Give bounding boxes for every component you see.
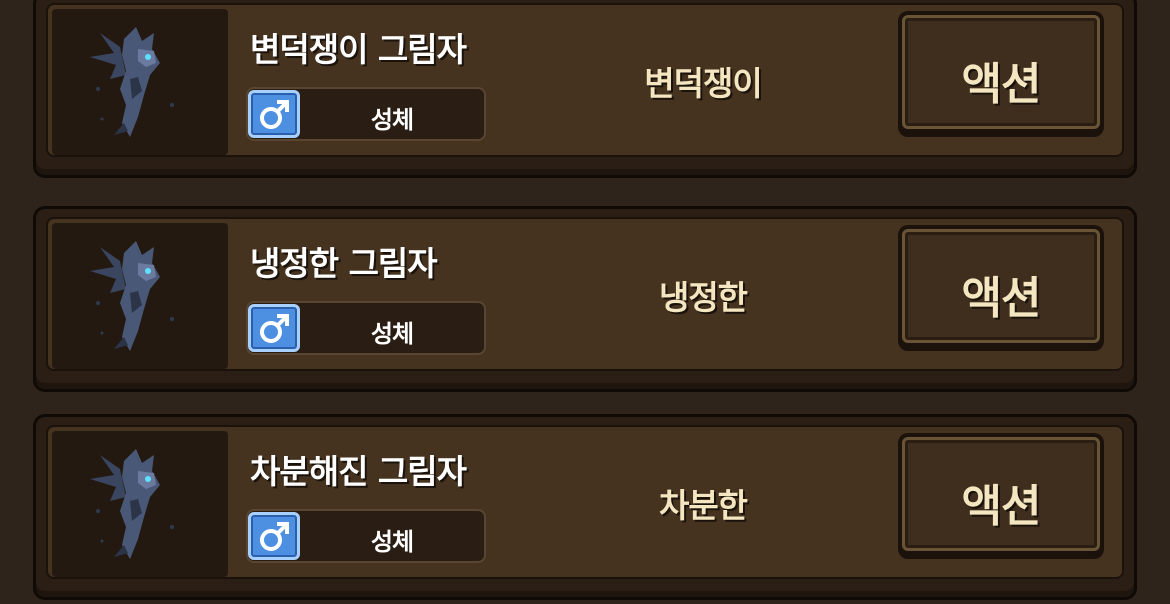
action-button[interactable]: 액션 [898,11,1104,137]
growth-stage-label: 성체 [370,320,414,348]
shadow-card: 변덕쟁이 그림자 성체 변덕쟁이 액션 [33,0,1137,178]
shadow-card-panel: 변덕쟁이 그림자 성체 변덕쟁이 액션 [46,3,1124,157]
shadow-card-panel: 차분해진 그림자 성체 차분한 액션 [46,425,1124,579]
action-button[interactable]: 액션 [898,433,1104,559]
shadow-name: 변덕쟁이 그림자 [250,30,467,69]
growth-stage-label: 성체 [370,106,414,134]
shadow-dragon-icon [90,449,174,559]
gender-stage-bar: 성체 [246,87,486,141]
male-symbol-icon [248,304,300,352]
shadow-list: 변덕쟁이 그림자 성체 변덕쟁이 액션 냉정한 그림자 성체 냉정한 액션 차분… [0,0,1170,604]
action-button-label: 액션 [961,273,1042,324]
action-button-label: 액션 [961,59,1042,110]
male-symbol-icon [248,90,300,138]
shadow-dragon-icon [90,241,174,351]
shadow-card-panel: 냉정한 그림자 성체 냉정한 액션 [46,217,1124,371]
personality-trait: 냉정한 [658,278,748,317]
shadow-name: 냉정한 그림자 [250,244,438,283]
shadow-dragon-icon [90,27,174,137]
shadow-card: 차분해진 그림자 성체 차분한 액션 [33,414,1137,600]
growth-stage-label: 성체 [370,528,414,556]
action-button-face: 액션 [902,437,1100,551]
shadow-name: 차분해진 그림자 [250,452,467,491]
personality-trait: 차분한 [658,486,748,525]
action-button-label: 액션 [961,481,1042,532]
action-button-face: 액션 [902,229,1100,343]
shadow-dragon-portrait [52,9,228,155]
action-button[interactable]: 액션 [898,225,1104,351]
shadow-dragon-portrait [52,223,228,369]
action-button-face: 액션 [902,15,1100,129]
personality-trait: 변덕쟁이 [644,64,762,103]
gender-stage-bar: 성체 [246,509,486,563]
male-symbol-icon [248,512,300,560]
gender-stage-bar: 성체 [246,301,486,355]
shadow-dragon-portrait [52,431,228,577]
shadow-card: 냉정한 그림자 성체 냉정한 액션 [33,206,1137,392]
